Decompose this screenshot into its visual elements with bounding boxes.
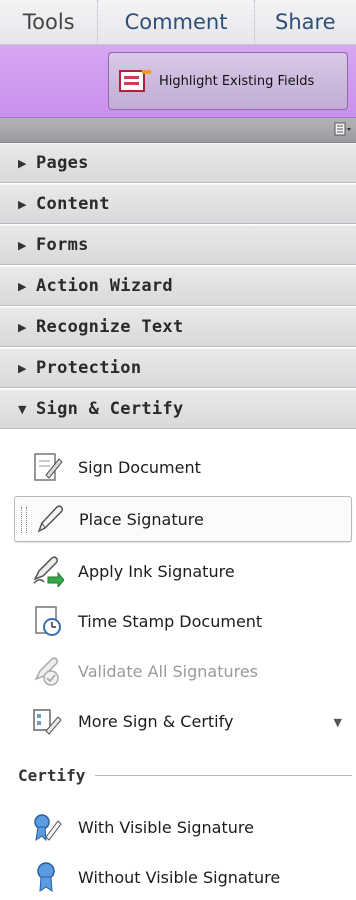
expand-arrow-icon: ▶: [18, 156, 27, 170]
validate-all-signatures-label: Validate All Signatures: [78, 661, 259, 681]
panel-pages[interactable]: ▶ Pages: [0, 143, 356, 183]
validate-icon: [34, 657, 59, 686]
tab-share[interactable]: Share: [255, 0, 356, 44]
dropdown-arrow-icon[interactable]: ▼: [334, 716, 342, 729]
highlight-existing-fields-button[interactable]: Highlight Existing Fields: [108, 52, 348, 110]
apply-ink-signature-label: Apply Ink Signature: [78, 561, 235, 581]
more-icon: [33, 709, 62, 735]
panel-title: Content: [36, 194, 110, 214]
timestamp-icon: [35, 606, 61, 636]
ribbon-icon: [37, 862, 55, 892]
panel-protection[interactable]: ▶ Protection: [0, 348, 356, 388]
tab-tools[interactable]: Tools: [0, 0, 99, 44]
certify-heading: Certify: [18, 765, 86, 785]
time-stamp-document-item[interactable]: Time Stamp Document: [14, 598, 352, 644]
with-visible-signature-item[interactable]: With Visible Signature: [14, 804, 352, 850]
panel-title: Action Wizard: [36, 276, 173, 296]
panel-content[interactable]: ▶ Content: [0, 184, 356, 224]
highlight-existing-fields-label: Highlight Existing Fields: [159, 73, 315, 89]
panel-options-icon[interactable]: [334, 122, 352, 137]
expand-arrow-icon: ▶: [18, 197, 27, 211]
sign-document-item[interactable]: Sign Document: [14, 444, 352, 490]
panel-title: Protection: [36, 358, 142, 378]
time-stamp-document-label: Time Stamp Document: [78, 611, 263, 631]
more-sign-certify-item[interactable]: More Sign & Certify ▼: [14, 698, 352, 744]
pen-icon: [37, 505, 64, 533]
place-signature-item[interactable]: Place Signature: [14, 496, 352, 542]
place-signature-label: Place Signature: [79, 509, 204, 529]
drag-grip[interactable]: [21, 507, 27, 533]
more-sign-certify-label: More Sign & Certify: [78, 711, 234, 731]
apply-ink-signature-item[interactable]: Apply Ink Signature: [14, 548, 352, 594]
ink-signature-icon: [33, 556, 64, 587]
collapse-arrow-icon: ▼: [18, 402, 27, 416]
panel-recognize-text[interactable]: ▶ Recognize Text: [0, 307, 356, 347]
validate-all-signatures-item[interactable]: Validate All Signatures: [14, 648, 352, 694]
panel-sign-certify[interactable]: ▼ Sign & Certify: [0, 389, 356, 429]
without-visible-signature-item[interactable]: Without Visible Signature: [14, 854, 352, 900]
sign-document-icon: [34, 453, 63, 481]
sign-document-label: Sign Document: [78, 457, 201, 477]
certify-section-header: Certify: [18, 764, 352, 786]
without-visible-signature-label: Without Visible Signature: [78, 867, 281, 887]
expand-arrow-icon: ▶: [18, 361, 27, 375]
expand-arrow-icon: ▶: [18, 279, 27, 293]
panel-title: Recognize Text: [36, 317, 184, 337]
panel-action-wizard[interactable]: ▶ Action Wizard: [0, 266, 356, 306]
ribbon-pen-icon: [34, 814, 62, 842]
top-tab-bar: Tools Comment Share: [0, 0, 356, 45]
panel-title: Forms: [36, 235, 89, 255]
panel-options-strip: [0, 118, 356, 143]
panel-title: Pages: [36, 153, 89, 173]
panel-title: Sign & Certify: [36, 399, 184, 419]
highlight-fields-icon: [119, 69, 152, 92]
with-visible-signature-label: With Visible Signature: [78, 817, 254, 837]
expand-arrow-icon: ▶: [18, 320, 27, 334]
expand-arrow-icon: ▶: [18, 238, 27, 252]
forms-toolbar: Highlight Existing Fields: [0, 45, 356, 118]
panel-forms[interactable]: ▶ Forms: [0, 225, 356, 265]
section-divider: [95, 774, 352, 776]
tab-comment[interactable]: Comment: [98, 0, 255, 44]
